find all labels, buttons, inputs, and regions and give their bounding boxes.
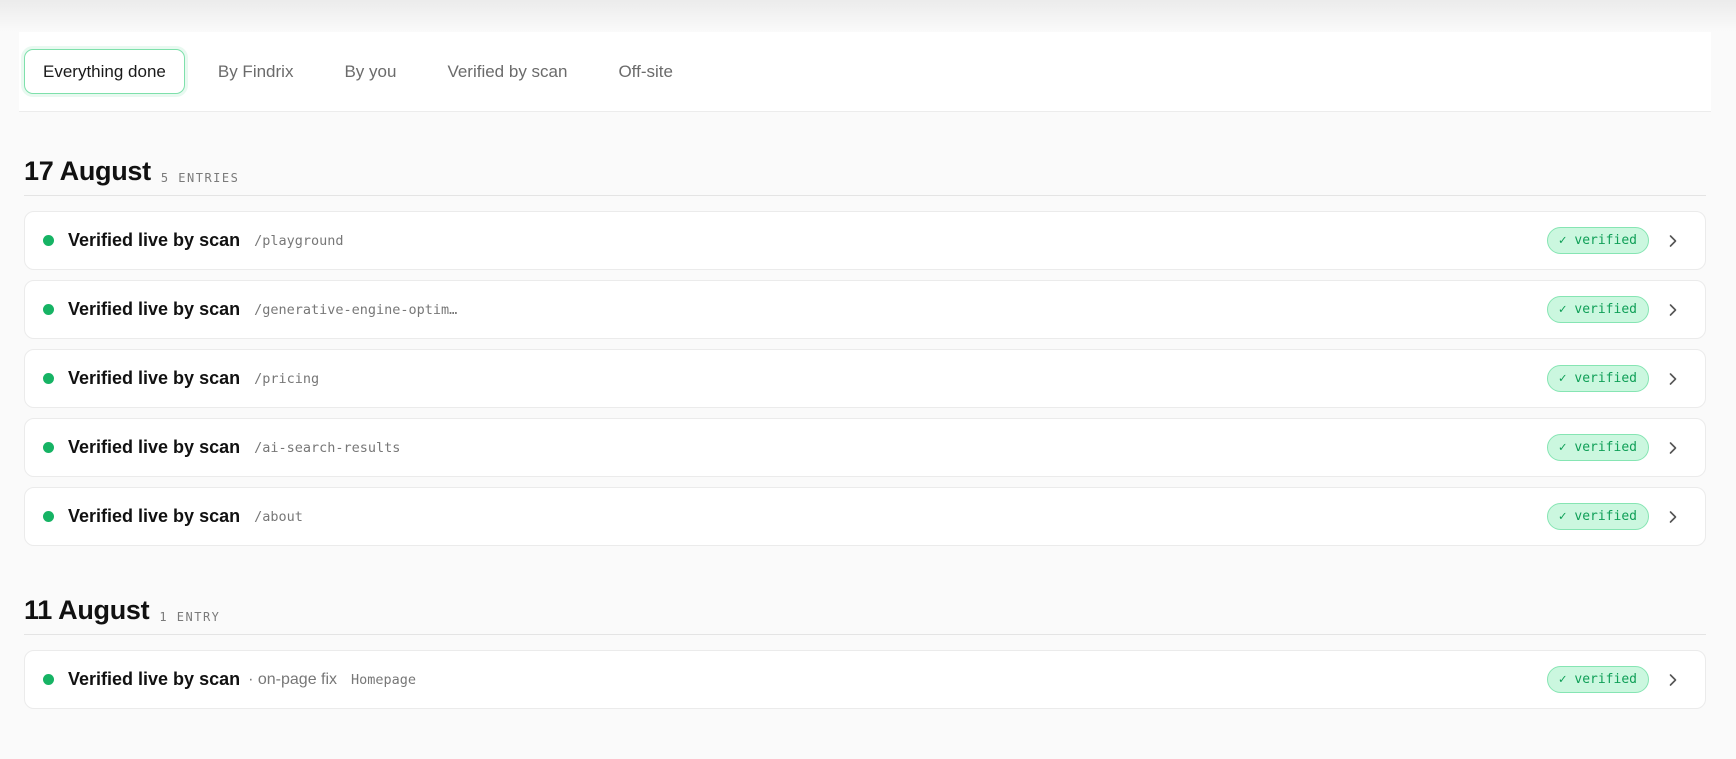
- entry-title: Verified live by scan: [68, 299, 241, 319]
- section-header: 17 August 5 ENTRIES: [24, 156, 1706, 196]
- list-item[interactable]: Verified live by scan · on-page fix Home…: [24, 650, 1706, 709]
- entry-path: /about: [254, 508, 303, 525]
- entry-list: Verified live by scan /playground ✓ veri…: [24, 211, 1706, 546]
- entry-subtitle: · on-page fix: [248, 670, 338, 688]
- chevron-right-icon[interactable]: [1659, 673, 1687, 687]
- entry-title: Verified live by scan: [68, 230, 241, 250]
- status-dot-icon: [43, 674, 54, 685]
- chevron-right-icon[interactable]: [1659, 441, 1687, 455]
- entry-path: /generative-engine-optim…: [254, 301, 458, 318]
- section-title: 17 August: [24, 156, 151, 186]
- entry-path: /pricing: [254, 370, 320, 387]
- chevron-right-icon[interactable]: [1659, 234, 1687, 248]
- entry-path: /playground: [254, 232, 344, 249]
- status-badge: ✓ verified: [1546, 227, 1649, 254]
- status-badge: ✓ verified: [1546, 296, 1649, 323]
- entry-title: Verified live by scan: [68, 669, 241, 689]
- entry-path: /ai-search-results: [254, 439, 401, 456]
- filter-tabs: Everything done By Findrix By you Verifi…: [19, 32, 1711, 112]
- tab-everything-done[interactable]: Everything done: [24, 49, 185, 94]
- status-dot-icon: [43, 235, 54, 246]
- status-dot-icon: [43, 511, 54, 522]
- status-dot-icon: [43, 373, 54, 384]
- chevron-right-icon[interactable]: [1659, 372, 1687, 386]
- list-item[interactable]: Verified live by scan /generative-engine…: [24, 280, 1706, 339]
- status-dot-icon: [43, 442, 54, 453]
- list-item[interactable]: Verified live by scan /playground ✓ veri…: [24, 211, 1706, 270]
- entry-list: Verified live by scan · on-page fix Home…: [24, 650, 1706, 709]
- status-badge: ✓ verified: [1546, 666, 1649, 693]
- status-badge: ✓ verified: [1546, 365, 1649, 392]
- tab-off-site[interactable]: Off-site: [600, 49, 690, 94]
- section-title: 11 August: [24, 595, 150, 625]
- tab-verified-by-scan[interactable]: Verified by scan: [429, 49, 585, 94]
- section-11-august: 11 August 1 ENTRY Verified live by scan …: [24, 595, 1706, 719]
- chevron-right-icon[interactable]: [1659, 303, 1687, 317]
- status-dot-icon: [43, 304, 54, 315]
- entry-count: 1 ENTRY: [159, 610, 221, 624]
- list-item[interactable]: Verified live by scan /ai-search-results…: [24, 418, 1706, 477]
- entry-title: Verified live by scan: [68, 368, 241, 388]
- entry-count: 5 ENTRIES: [160, 171, 240, 185]
- list-item[interactable]: Verified live by scan /about ✓ verified: [24, 487, 1706, 546]
- top-shadow: [0, 0, 1736, 32]
- list-item[interactable]: Verified live by scan /pricing ✓ verifie…: [24, 349, 1706, 408]
- section-header: 11 August 1 ENTRY: [24, 595, 1706, 635]
- entry-title: Verified live by scan: [68, 437, 241, 457]
- entry-path: Homepage: [351, 671, 417, 688]
- entry-title: Verified live by scan: [68, 506, 241, 526]
- status-badge: ✓ verified: [1546, 434, 1649, 461]
- status-badge: ✓ verified: [1546, 503, 1649, 530]
- tab-by-findrix[interactable]: By Findrix: [200, 49, 312, 94]
- section-17-august: 17 August 5 ENTRIES Verified live by sca…: [24, 156, 1706, 556]
- tab-by-you[interactable]: By you: [326, 49, 414, 94]
- chevron-right-icon[interactable]: [1659, 510, 1687, 524]
